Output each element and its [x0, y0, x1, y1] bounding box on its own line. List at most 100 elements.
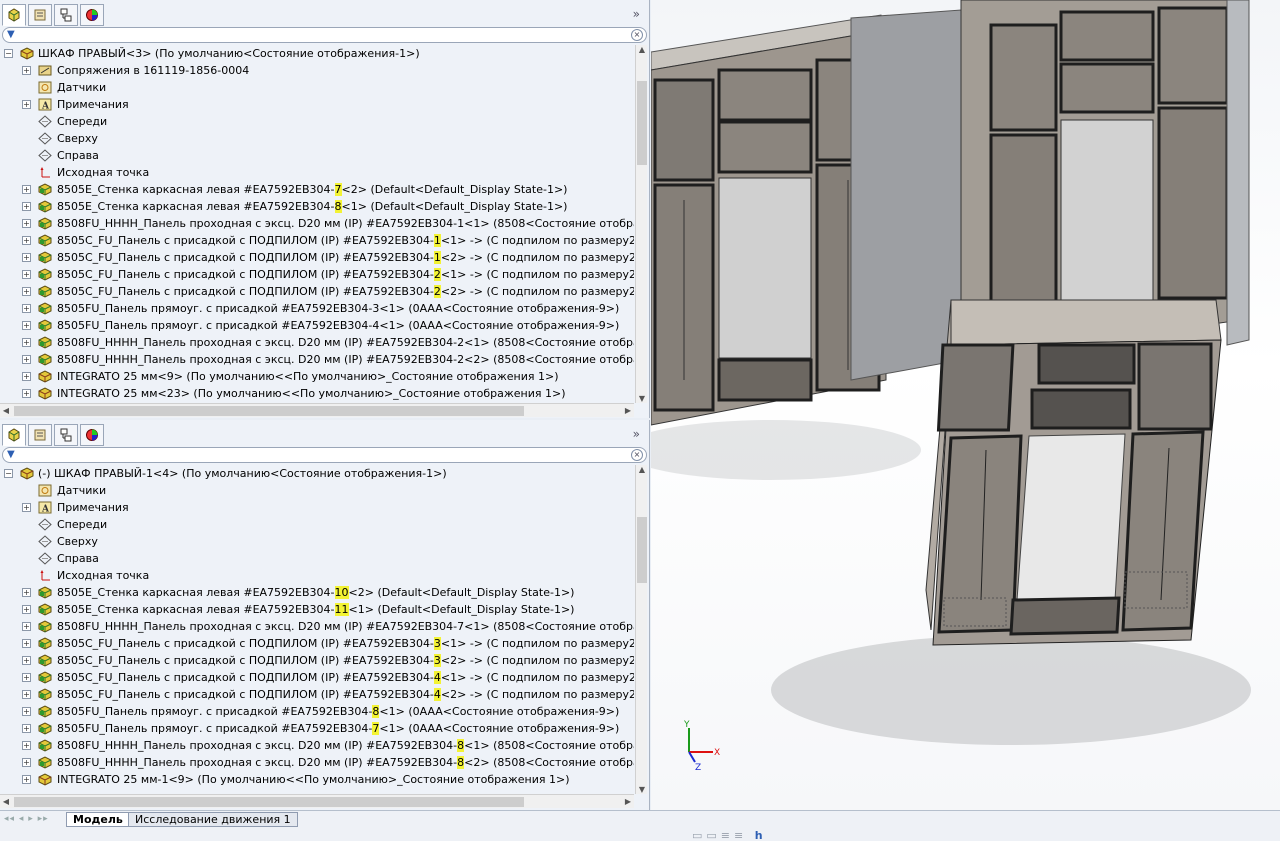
featuremanager-tab[interactable] [2, 424, 26, 446]
tree-item[interactable]: Сверху [0, 533, 634, 550]
scroll-thumb[interactable] [637, 81, 647, 165]
tree-item[interactable]: +8505C_FU_Панель с присадкой с ПОДПИЛОМ … [0, 283, 634, 300]
configurationmanager-tab[interactable] [54, 4, 78, 26]
tree-filter-top[interactable]: ▼ × [2, 27, 647, 43]
tab-model[interactable]: Модель [66, 812, 130, 827]
scroll-up-icon[interactable]: ▲ [636, 465, 648, 474]
scroll-down-icon[interactable]: ▼ [636, 785, 648, 794]
tree-item[interactable]: Справа [0, 550, 634, 567]
tree-root[interactable]: − (-) ШКАФ ПРАВЫЙ-1<4> (По умолчанию<Сост… [0, 465, 634, 482]
tree-item[interactable]: Исходная точка [0, 567, 634, 584]
tree-item[interactable]: +8505FU_Панель прямоуг. с присадкой #EA7… [0, 317, 634, 334]
tree-item[interactable]: +8508FU_HHHH_Панель проходная с эксц. D2… [0, 351, 634, 368]
propertymanager-tab[interactable] [28, 424, 52, 446]
tree-item[interactable]: +8505C_FU_Панель с присадкой с ПОДПИЛОМ … [0, 635, 634, 652]
tree-item[interactable]: Спереди [0, 113, 634, 130]
hscroll-thumb[interactable] [14, 406, 524, 416]
tree-item[interactable]: +8505FU_Панель прямоуг. с присадкой #EA7… [0, 720, 634, 737]
scroll-right-icon[interactable]: ▶ [622, 404, 634, 418]
graphics-viewport[interactable]: Y X Z [651, 0, 1280, 810]
tree-item[interactable]: Сверху [0, 130, 634, 147]
scroll-left-icon[interactable]: ◀ [0, 795, 12, 809]
scroll-up-icon[interactable]: ▲ [636, 45, 648, 54]
expand-toggle[interactable]: + [22, 605, 31, 614]
tree-item[interactable]: Датчики [0, 79, 634, 96]
propertymanager-tab[interactable] [28, 4, 52, 26]
tree-item[interactable]: +8505FU_Панель прямоуг. с присадкой #EA7… [0, 300, 634, 317]
collapse-toggle[interactable]: − [4, 469, 13, 478]
tree-item[interactable]: + A Примечания [0, 96, 634, 113]
expand-toggle[interactable]: + [22, 588, 31, 597]
expand-toggle[interactable]: + [22, 253, 31, 262]
expand-toggle[interactable]: + [22, 622, 31, 631]
collapse-toggle[interactable]: − [4, 49, 13, 58]
tree-item[interactable]: +8505E_Стенка каркасная левая #EA7592EB3… [0, 601, 634, 618]
scroll-left-icon[interactable]: ◀ [0, 404, 12, 418]
orientation-triad[interactable]: Y X Z [683, 720, 720, 773]
tree-item[interactable]: +8508FU_HHHH_Панель проходная с эксц. D2… [0, 754, 634, 771]
tree-filter-bottom[interactable]: ▼ × [2, 447, 647, 463]
expand-toggle[interactable]: + [22, 639, 31, 648]
tree-item[interactable]: +8508FU_HHHH_Панель проходная с эксц. D2… [0, 737, 634, 754]
clear-filter-icon[interactable]: × [631, 29, 643, 41]
tree-item[interactable]: + Сопряжения в 161119-1856-0004 [0, 62, 634, 79]
scroll-right-icon[interactable]: ▶ [622, 795, 634, 809]
tree-item[interactable]: Исходная точка [0, 164, 634, 181]
cabinet-front[interactable] [925, 299, 1222, 646]
expand-toggle[interactable]: + [22, 775, 31, 784]
expand-toggle[interactable]: + [22, 66, 31, 75]
vertical-scrollbar-top[interactable]: ▲ ▼ [635, 45, 647, 403]
vertical-scrollbar-bottom[interactable]: ▲ ▼ [635, 465, 647, 794]
expand-toggle[interactable]: + [22, 100, 31, 109]
tab-motion-study[interactable]: Исследование движения 1 [128, 812, 298, 827]
tab-navigation-arrows[interactable]: ◂◂ ◂ ▸ ▸▸ [4, 814, 49, 824]
tree-item[interactable]: +8505C_FU_Панель с присадкой с ПОДПИЛОМ … [0, 669, 634, 686]
clear-filter-icon[interactable]: × [631, 449, 643, 461]
expand-panel-button[interactable]: » [633, 7, 640, 21]
tree-item[interactable]: + INTEGRATO 25 мм<9> (По умолчанию<<По ум… [0, 368, 634, 385]
expand-toggle[interactable]: + [22, 321, 31, 330]
expand-toggle[interactable]: + [22, 707, 31, 716]
tree-root[interactable]: − ШКАФ ПРАВЫЙ<3> (По умолчанию<Состояние … [0, 45, 634, 62]
tree-item[interactable]: Спереди [0, 516, 634, 533]
scroll-thumb[interactable] [637, 517, 647, 583]
expand-toggle[interactable]: + [22, 236, 31, 245]
expand-toggle[interactable]: + [22, 656, 31, 665]
expand-toggle[interactable]: + [22, 372, 31, 381]
tree-item[interactable]: + INTEGRATO 25 мм-1<9> (По умолчанию<<По … [0, 771, 634, 788]
displaymanager-tab[interactable] [80, 424, 104, 446]
expand-toggle[interactable]: + [22, 724, 31, 733]
expand-toggle[interactable]: + [22, 219, 31, 228]
tree-item[interactable]: +8505C_FU_Панель с присадкой с ПОДПИЛОМ … [0, 266, 634, 283]
tree-item[interactable]: +8508FU_HHHH_Панель проходная с эксц. D2… [0, 215, 634, 232]
expand-toggle[interactable]: + [22, 338, 31, 347]
units-icon[interactable]: h [755, 829, 767, 841]
expand-toggle[interactable]: + [22, 389, 31, 398]
tree-item[interactable]: Справа [0, 147, 634, 164]
expand-toggle[interactable]: + [22, 673, 31, 682]
expand-toggle[interactable]: + [22, 304, 31, 313]
tree-item[interactable]: +8505FU_Панель прямоуг. с присадкой #EA7… [0, 703, 634, 720]
expand-toggle[interactable]: + [22, 185, 31, 194]
tree-item[interactable]: +8505E_Стенка каркасная левая #EA7592EB3… [0, 181, 634, 198]
tree-item[interactable]: +8508FU_HHHH_Панель проходная с эксц. D2… [0, 334, 634, 351]
tree-item[interactable]: +8505E_Стенка каркасная левая #EA7592EB3… [0, 198, 634, 215]
expand-toggle[interactable]: + [22, 287, 31, 296]
scroll-down-icon[interactable]: ▼ [636, 394, 648, 403]
horizontal-scrollbar-bottom[interactable]: ◀ ▶ [0, 794, 634, 808]
hscroll-thumb[interactable] [14, 797, 524, 807]
expand-toggle[interactable]: + [22, 202, 31, 211]
expand-toggle[interactable]: + [22, 270, 31, 279]
tree-item[interactable]: Датчики [0, 482, 634, 499]
tree-item[interactable]: +8505C_FU_Панель с присадкой с ПОДПИЛОМ … [0, 249, 634, 266]
tree-item[interactable]: + A Примечания [0, 499, 634, 516]
expand-toggle[interactable]: + [22, 503, 31, 512]
expand-toggle[interactable]: + [22, 690, 31, 699]
expand-toggle[interactable]: + [22, 741, 31, 750]
featuremanager-tab[interactable] [2, 4, 26, 26]
tree-item[interactable]: +8505C_FU_Панель с присадкой с ПОДПИЛОМ … [0, 686, 634, 703]
tree-item[interactable]: + INTEGRATO 25 мм<23> (По умолчанию<<По у… [0, 385, 634, 402]
tree-item[interactable]: +8508FU_HHHH_Панель проходная с эксц. D2… [0, 618, 634, 635]
tree-item[interactable]: +8505C_FU_Панель с присадкой с ПОДПИЛОМ … [0, 232, 634, 249]
configurationmanager-tab[interactable] [54, 424, 78, 446]
